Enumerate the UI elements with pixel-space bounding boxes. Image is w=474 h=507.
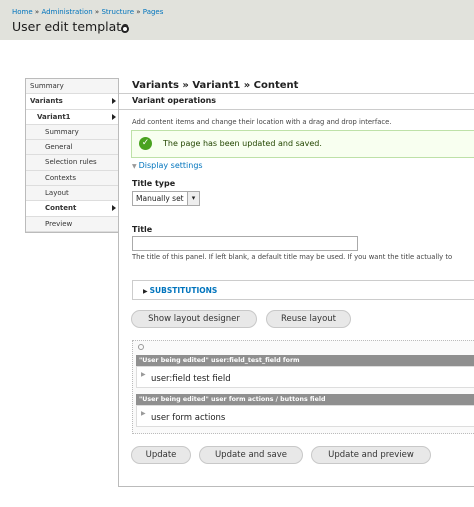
- substitutions-toggle[interactable]: ▶ SUBSTITUTIONS: [143, 286, 217, 295]
- divider: [119, 109, 474, 110]
- triangle-down-icon: ▼: [132, 163, 137, 170]
- operations-description: Add content items and change their locat…: [132, 118, 392, 126]
- breadcrumb-administration[interactable]: Administration: [41, 8, 92, 16]
- display-settings-label: Display settings: [138, 161, 203, 170]
- vertical-tabs: Summary Variants Variant1 Summary Genera…: [25, 78, 119, 233]
- status-message-text: The page has been updated and saved.: [163, 139, 322, 148]
- breadcrumb-separator: »: [94, 8, 100, 16]
- sidebar-item-label: Preview: [45, 219, 73, 228]
- triangle-right-icon[interactable]: ▶: [141, 371, 146, 378]
- gear-icon[interactable]: [121, 25, 129, 33]
- title-label: Title: [132, 225, 153, 234]
- operations-title: Variant operations: [132, 96, 217, 105]
- region-content: ▶ user form actions: [136, 405, 474, 427]
- title-type-select[interactable]: Manually set ▾: [132, 191, 200, 206]
- update-and-preview-button[interactable]: Update and preview: [311, 446, 431, 464]
- title-type-value: Manually set: [136, 194, 184, 203]
- page-header: Home » Administration » Structure » Page…: [0, 0, 474, 40]
- status-message: ✓ The page has been updated and saved.: [131, 130, 474, 158]
- arrow-right-icon: [112, 113, 116, 120]
- sidebar-item-label: Summary: [45, 127, 79, 136]
- breadcrumb-structure[interactable]: Structure: [101, 8, 134, 16]
- divider: [119, 93, 474, 94]
- sidebar-item-label: Selection rules: [45, 158, 97, 167]
- title-help-text: The title of this panel. If left blank, …: [132, 253, 453, 261]
- content-panel: Variants » Variant1 » Content Variant op…: [118, 78, 474, 487]
- title-input[interactable]: [132, 236, 358, 251]
- region-header[interactable]: "User being edited" user:field_test_fiel…: [136, 355, 474, 366]
- region-content: ▶ user:field test field: [136, 366, 474, 388]
- triangle-right-icon: ▶: [143, 288, 148, 295]
- sidebar-item-general[interactable]: General: [26, 140, 119, 156]
- breadcrumb-separator: »: [136, 8, 141, 16]
- reuse-layout-button[interactable]: Reuse layout: [266, 310, 351, 328]
- substitutions-fieldset[interactable]: ▶ SUBSTITUTIONS: [132, 280, 474, 300]
- sidebar-item-selection-rules[interactable]: Selection rules: [26, 155, 119, 171]
- content-item[interactable]: user:field test field: [151, 374, 231, 384]
- sidebar-item-summary[interactable]: Summary: [26, 79, 119, 95]
- sidebar-item-content[interactable]: Content: [26, 201, 119, 217]
- arrow-right-icon: [112, 98, 116, 105]
- sidebar-item-label: Variant1: [37, 112, 71, 121]
- breadcrumb-pages[interactable]: Pages: [143, 8, 164, 16]
- region-header[interactable]: "User being edited" user form actions / …: [136, 394, 474, 405]
- sidebar-item-label: General: [45, 143, 73, 152]
- show-layout-designer-button[interactable]: Show layout designer: [131, 310, 257, 328]
- sidebar-item-variant-summary[interactable]: Summary: [26, 124, 119, 141]
- update-button[interactable]: Update: [131, 446, 191, 464]
- region-pane: "User being edited" user:field_test_fiel…: [136, 355, 474, 388]
- content-item[interactable]: user form actions: [151, 413, 225, 423]
- substitutions-label: SUBSTITUTIONS: [149, 286, 218, 295]
- panel-title: Variants » Variant1 » Content: [132, 80, 299, 91]
- triangle-right-icon[interactable]: ▶: [141, 410, 146, 417]
- breadcrumb-separator: »: [34, 8, 40, 16]
- sidebar-item-label: Summary: [30, 82, 64, 90]
- update-and-save-button[interactable]: Update and save: [199, 446, 303, 464]
- sidebar-item-label: Variants: [30, 97, 63, 106]
- region-pane: "User being edited" user form actions / …: [136, 394, 474, 427]
- gear-icon[interactable]: [138, 344, 144, 350]
- arrow-right-icon: [112, 205, 116, 212]
- sidebar-item-contexts[interactable]: Contexts: [26, 170, 119, 187]
- layout-canvas: "User being edited" user:field_test_fiel…: [132, 340, 474, 434]
- display-settings-toggle[interactable]: ▼ Display settings: [132, 161, 203, 170]
- sidebar-item-preview[interactable]: Preview: [26, 216, 119, 232]
- title-type-label: Title type: [132, 179, 176, 188]
- breadcrumb-home[interactable]: Home: [12, 8, 33, 16]
- sidebar-item-label: Contexts: [45, 173, 77, 182]
- sidebar-item-layout[interactable]: Layout: [26, 186, 119, 202]
- sidebar-item-variants[interactable]: Variants: [26, 94, 119, 110]
- breadcrumb: Home » Administration » Structure » Page…: [12, 8, 163, 16]
- sidebar-item-label: Content: [45, 204, 77, 213]
- chevron-down-icon: ▾: [187, 192, 199, 205]
- check-icon: ✓: [139, 137, 152, 150]
- sidebar-item-label: Layout: [45, 189, 69, 198]
- page-title: User edit template: [12, 19, 129, 34]
- sidebar-item-variant1[interactable]: Variant1: [26, 110, 119, 125]
